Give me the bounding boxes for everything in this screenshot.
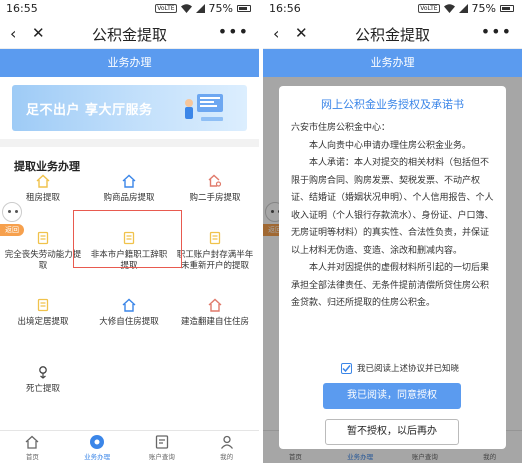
phone-left: 16:55 VoLTE 75% ‹ ✕ 公积金提取 ••• 业务办理 足不出户 …	[0, 0, 259, 463]
section-header: 业务办理	[0, 49, 259, 77]
tab-bar: 首页 业务办理 账户查询 我的	[0, 430, 259, 463]
paragraph-commitment: 本人承诺：本人对提交的相关材料（包括但不限于购房合同、购房发票、契税发票、不动产…	[291, 158, 494, 256]
main-content: 足不出户 享大厅服务 提取业务办理 租房提取 购商品房提取 购二手房提取 完全丧…	[0, 77, 259, 430]
deny-button[interactable]: 暂不授权，以后再办	[325, 419, 459, 445]
grid-item-death[interactable]: 死亡提取	[0, 365, 86, 395]
status-time: 16:55	[6, 1, 38, 15]
tab-account[interactable]: 账户查询	[130, 431, 195, 463]
grid-item-label: 出境定居提取	[17, 317, 69, 327]
status-bar: 16:56 VoLTE 75%	[263, 0, 522, 16]
service-icon	[90, 435, 105, 449]
close-button[interactable]: ✕	[295, 24, 308, 42]
grid-item-second-hand-house[interactable]: 购二手房提取	[172, 174, 258, 204]
flower-icon	[39, 366, 47, 379]
separator	[0, 139, 259, 147]
hall-illustration-icon	[185, 94, 223, 121]
tab-business[interactable]: 业务办理	[65, 431, 130, 463]
user-icon	[220, 435, 233, 449]
battery-icon	[237, 4, 251, 12]
tab-mine[interactable]: 我的	[194, 431, 259, 463]
floating-return-button[interactable]: 返回	[0, 202, 34, 240]
grid-item-overhaul[interactable]: 大修自住房提取	[86, 298, 172, 328]
check-icon	[342, 364, 351, 372]
grid-item-build-house[interactable]: 建造翻建自住住房	[172, 298, 258, 328]
grid-item-rent[interactable]: 租房提取	[0, 174, 86, 204]
status-time: 16:56	[269, 1, 301, 15]
grid-item-label: 购二手房提取	[189, 193, 241, 203]
grid-item-label: 大修自住房提取	[99, 317, 159, 327]
consent-row[interactable]: 我已阅读上述协议并已知晓	[341, 362, 459, 374]
dialog-title: 网上公积金业务授权及承诺书	[321, 98, 464, 111]
phone-right: 16:56 VoLTE 75% ‹ ✕ 公积金提取 ••• 业务办理 返回 首页	[263, 0, 522, 463]
grid-item-label: 职工账户封存满半年未重新开户的提取	[176, 250, 254, 271]
wifi-icon	[180, 3, 192, 13]
screenshot-stage: 16:55 VoLTE 75% ‹ ✕ 公积金提取 ••• 业务办理 足不出户 …	[0, 0, 522, 463]
more-button[interactable]: •••	[481, 22, 512, 41]
nav-bar: ‹ ✕ 公积金提取 •••	[0, 16, 259, 49]
paragraph-request: 本人向贵中心申请办理住房公积金业务。	[309, 140, 472, 151]
house-icon	[122, 174, 136, 188]
close-button[interactable]: ✕	[32, 24, 45, 42]
agree-button[interactable]: 我已阅读，同意授权	[323, 383, 461, 409]
home-icon	[25, 435, 39, 449]
consent-checkbox[interactable]	[341, 362, 352, 374]
status-bar: 16:55 VoLTE 75%	[0, 0, 259, 16]
section-header: 业务办理	[263, 49, 522, 77]
back-button[interactable]: ‹	[273, 24, 279, 43]
house-key-icon	[208, 174, 222, 187]
document-icon	[37, 298, 49, 312]
document-icon	[37, 231, 49, 245]
return-label: 返回	[0, 224, 24, 236]
more-button[interactable]: •••	[218, 22, 249, 41]
list-title: 提取业务办理	[14, 160, 80, 173]
battery-percent: 75%	[471, 1, 496, 15]
robot-face-icon	[2, 202, 22, 222]
signal-icon	[195, 3, 205, 13]
volte-badge: VoLTE	[155, 3, 177, 13]
nav-bar: ‹ ✕ 公积金提取 •••	[263, 16, 522, 49]
wifi-icon	[443, 3, 455, 13]
grid-item-label: 购商品房提取	[103, 193, 155, 203]
grid-item-label: 死亡提取	[25, 384, 60, 394]
volte-badge: VoLTE	[418, 3, 440, 13]
signal-icon	[458, 3, 468, 13]
consent-label: 我已阅读上述协议并已知晓	[357, 364, 460, 374]
tab-home[interactable]: 首页	[0, 431, 65, 463]
battery-percent: 75%	[208, 1, 233, 15]
house-icon	[36, 174, 50, 188]
grid-item-emigration[interactable]: 出境定居提取	[0, 298, 86, 328]
grid-item-sealed-account[interactable]: 职工账户封存满半年未重新开户的提取	[172, 231, 258, 272]
house-icon	[208, 298, 222, 312]
grid-item-label: 建造翻建自住住房	[180, 317, 249, 327]
house-icon	[122, 298, 136, 312]
highlight-frame	[73, 210, 182, 268]
authorization-dialog: 网上公积金业务授权及承诺书 六安市住房公积金中心： 本人向贵中心申请办理住房公积…	[279, 86, 506, 449]
paragraph-liability: 本人并对因提供的虚假材料所引起的一切后果承担全部法律责任、无条件提前清偿所贷住房…	[291, 263, 490, 308]
addressee: 六安市住房公积金中心：	[291, 123, 391, 133]
dialog-body: 六安市住房公积金中心： 本人向贵中心申请办理住房公积金业务。 本人承诺：本人对提…	[291, 120, 494, 313]
grid-item-commercial-house[interactable]: 购商品房提取	[86, 174, 172, 204]
service-banner[interactable]: 足不出户 享大厅服务	[12, 85, 247, 131]
account-icon	[155, 435, 169, 449]
banner-text: 足不出户 享大厅服务	[26, 103, 153, 118]
battery-icon	[500, 4, 514, 12]
document-icon	[209, 231, 221, 245]
back-button[interactable]: ‹	[10, 24, 16, 43]
